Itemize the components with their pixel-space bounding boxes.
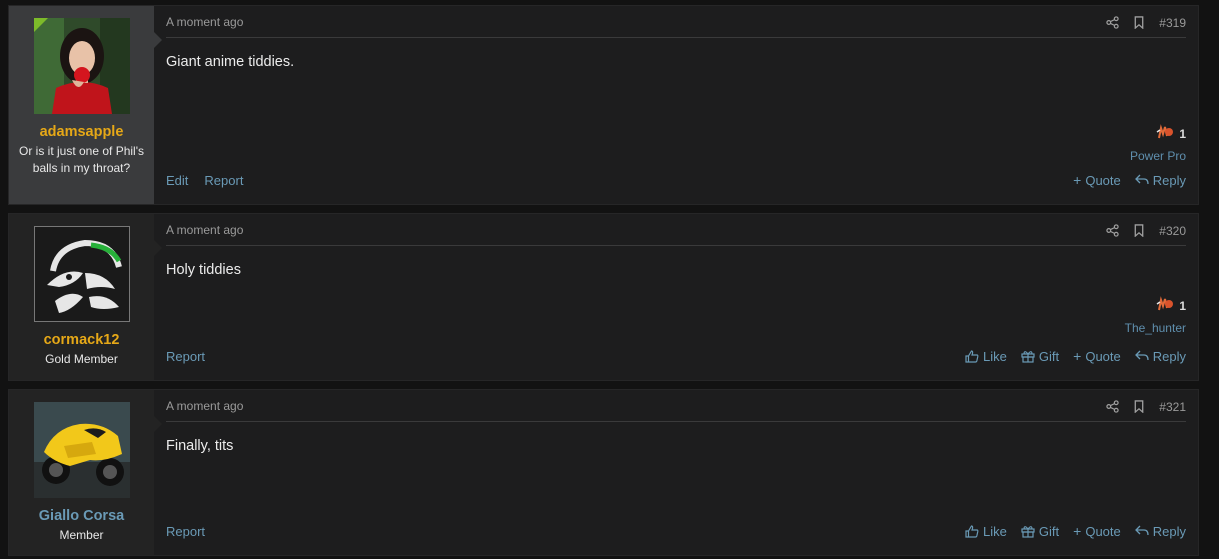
quote-plus-icon: + [1073, 523, 1082, 539]
post-body: Finally, tits [166, 438, 234, 454]
post-number[interactable]: #320 [1159, 224, 1186, 238]
gift-button[interactable]: Gift [1021, 348, 1059, 364]
like-icon [965, 524, 979, 538]
post-body: Giant anime tiddies. [166, 54, 295, 70]
reply-icon [1134, 350, 1149, 362]
gift-label: Gift [1038, 523, 1060, 539]
reaction-user[interactable]: The_hunter [1125, 321, 1186, 335]
quote-plus-icon: + [1073, 172, 1082, 188]
quote-plus-icon: + [1073, 348, 1082, 364]
avatar[interactable] [33, 226, 130, 322]
avatar-image-creature-logo [34, 227, 129, 321]
gift-button[interactable]: Gift [1021, 523, 1059, 539]
quote-button[interactable]: + Quote [1073, 348, 1121, 364]
post-320: cormack12 Gold Member A moment ago #320 … [8, 213, 1199, 381]
reactions[interactable]: 1 The_hunter [1125, 296, 1186, 335]
share-icon[interactable] [1106, 224, 1119, 237]
user-title: Gold Member [45, 352, 118, 366]
post-content: A moment ago #319 Giant anime tiddies. 1… [154, 6, 1198, 204]
post-number[interactable]: #319 [1159, 16, 1186, 30]
like-button[interactable]: Like [965, 523, 1007, 539]
user-title: Or is it just one of Phil's balls in my … [18, 144, 144, 175]
post-body: Holy tiddies [166, 262, 241, 278]
post-content: A moment ago #320 Holy tiddies 1 The_hun… [154, 214, 1198, 380]
avatar[interactable] [33, 18, 130, 114]
quote-label: Quote [1085, 172, 1121, 188]
user-info: cormack12 Gold Member [9, 214, 162, 380]
username[interactable]: cormack12 [44, 332, 120, 348]
post-meta: A moment ago #321 [166, 390, 1186, 422]
reaction-user[interactable]: Power Pro [1130, 149, 1186, 163]
report-link[interactable]: Report [166, 524, 205, 539]
post-319: adamsapple Or is it just one of Phil's b… [8, 5, 1199, 205]
post-footer: Report Like Gift + Quote Reply [166, 523, 1186, 539]
like-label: Like [983, 523, 1007, 539]
post-number[interactable]: #321 [1159, 400, 1186, 414]
reply-button[interactable]: Reply [1134, 172, 1186, 188]
gift-icon [1021, 350, 1035, 363]
avatar-image-woman-apple [33, 18, 130, 114]
quote-button[interactable]: + Quote [1073, 523, 1121, 539]
bookmark-icon[interactable] [1133, 400, 1145, 413]
reply-label: Reply [1152, 523, 1186, 539]
like-label: Like [983, 348, 1007, 364]
quote-label: Quote [1085, 523, 1121, 539]
report-link[interactable]: Report [204, 173, 243, 188]
edit-link[interactable]: Edit [166, 173, 188, 188]
timestamp[interactable]: A moment ago [166, 390, 243, 413]
reply-label: Reply [1152, 348, 1186, 364]
reactions[interactable]: 1 Power Pro [1130, 124, 1186, 163]
username[interactable]: adamsapple [40, 124, 124, 140]
reply-label: Reply [1152, 172, 1186, 188]
user-info: Giallo Corsa Member [9, 390, 162, 555]
reply-icon [1134, 174, 1149, 186]
like-button[interactable]: Like [965, 348, 1007, 364]
post-footer: Report Like Gift + Quote Reply [166, 348, 1186, 364]
post-meta: A moment ago #320 [166, 214, 1186, 246]
reply-button[interactable]: Reply [1134, 523, 1186, 539]
online-indicator [33, 18, 48, 32]
reaction-icon [1156, 124, 1174, 143]
post-meta: A moment ago #319 [166, 6, 1186, 38]
user-info: adamsapple Or is it just one of Phil's b… [9, 6, 162, 204]
avatar[interactable] [33, 402, 130, 498]
share-icon[interactable] [1106, 16, 1119, 29]
reaction-count: 1 [1179, 126, 1186, 141]
gift-label: Gift [1038, 348, 1060, 364]
reaction-count: 1 [1179, 298, 1186, 313]
user-title: Member [59, 528, 104, 542]
post-content: A moment ago #321 Finally, tits Report L… [154, 390, 1198, 555]
quote-button[interactable]: + Quote [1073, 172, 1121, 188]
reply-button[interactable]: Reply [1134, 348, 1186, 364]
gift-icon [1021, 525, 1035, 538]
username[interactable]: Giallo Corsa [39, 508, 124, 524]
quote-label: Quote [1085, 348, 1121, 364]
timestamp[interactable]: A moment ago [166, 214, 243, 237]
report-link[interactable]: Report [166, 349, 205, 364]
timestamp[interactable]: A moment ago [166, 6, 243, 29]
avatar-image-motorcycle [33, 402, 130, 498]
bookmark-icon[interactable] [1133, 224, 1145, 237]
bookmark-icon[interactable] [1133, 16, 1145, 29]
reaction-icon [1156, 296, 1174, 315]
reply-icon [1134, 525, 1149, 537]
like-icon [965, 349, 979, 363]
share-icon[interactable] [1106, 400, 1119, 413]
post-321: Giallo Corsa Member A moment ago #321 Fi… [8, 389, 1199, 556]
post-footer: Edit Report + Quote Reply [166, 172, 1186, 188]
